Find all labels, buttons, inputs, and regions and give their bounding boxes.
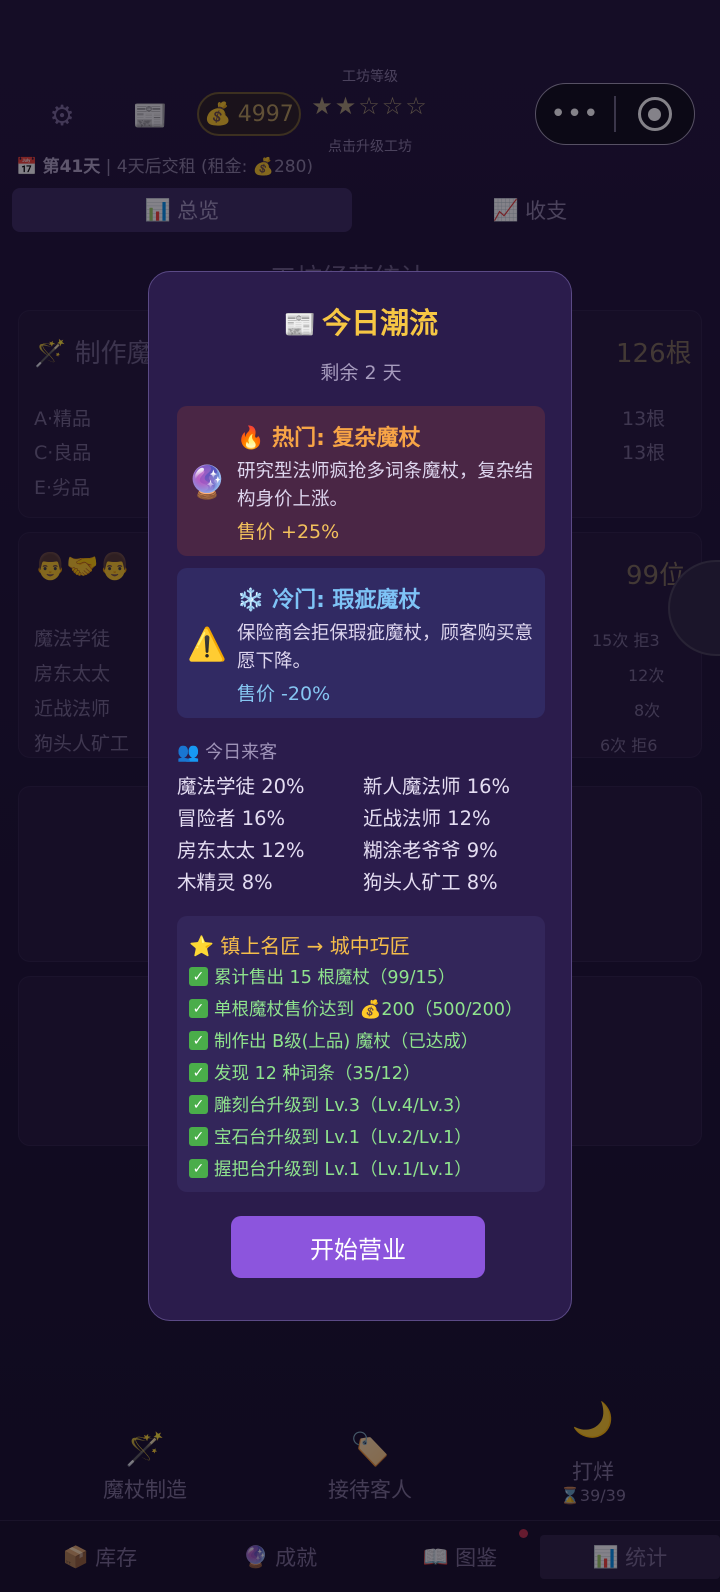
start-business-button[interactable]: 开始营业 [231,1216,485,1278]
goal-item: ✓ 单根魔杖售价达到 💰200（500/200） [189,996,522,1021]
cold-trend-price: 售价 -20% [237,683,331,705]
visitor-share: 冒险者 16% [177,807,286,830]
goal-item: ✓ 制作出 B级(上品) 魔杖（已达成） [189,1028,478,1053]
visitor-share: 房东太太 12% [177,839,305,862]
hot-trend-heading: 🔥 热门: 复杂魔杖 [237,420,421,452]
rank-upgrade-goals: ⭐ 镇上名匠 → 城中巧匠 ✓ 累计售出 15 根魔杖（99/15） ✓ 单根魔杖售… [177,916,545,1192]
snowflake-icon: ❄️ [237,588,265,613]
goal-item: ✓ 握把台升级到 Lv.1（Lv.1/Lv.1） [189,1156,472,1181]
dialog-title: 📰 今日潮流 [149,300,573,342]
visitor-share: 魔法学徒 20% [177,775,305,798]
cold-trend-card: ❄️ 冷门: 瑕疵魔杖 ⚠️ 保险商会拒保瑕疵魔杖，顾客购买意愿下降。 售价 -… [177,568,545,718]
crystal-ball-icon: 🔮 [187,463,227,501]
goal-text: 宝石台升级到 Lv.1（Lv.2/Lv.1） [214,1128,472,1148]
checkmark-icon: ✓ [189,1063,208,1082]
remaining-days: 剩余 2 天 [320,362,402,384]
hot-trend-label: 热门: 复杂魔杖 [272,426,421,451]
checkmark-icon: ✓ [189,967,208,986]
cold-trend-description: 保险商会拒保瑕疵魔杖，顾客购买意愿下降。 [237,623,534,672]
goal-text: 发现 12 种词条（35/12） [214,1064,421,1084]
checkmark-icon: ✓ [189,1127,208,1146]
hot-trend-price: 售价 +25% [237,521,340,543]
goal-item: ✓ 宝石台升级到 Lv.1（Lv.2/Lv.1） [189,1124,472,1149]
goal-text: 累计售出 15 根魔杖（99/15） [214,968,456,988]
goal-item: ✓ 发现 12 种词条（35/12） [189,1060,420,1085]
warning-icon: ⚠️ [187,625,227,663]
hot-trend-description: 研究型法师疯抢多词条魔杖，复杂结构身价上涨。 [237,461,534,510]
hot-trend-card: 🔥 热门: 复杂魔杖 🔮 研究型法师疯抢多词条魔杖，复杂结构身价上涨。 售价 +… [177,406,545,556]
newspaper-icon: 📰 [283,310,317,340]
rank-upgrade-heading: ⭐ 镇上名匠 → 城中巧匠 [189,934,410,958]
checkmark-icon: ✓ [189,1095,208,1114]
visitor-share: 木精灵 8% [177,871,273,894]
visitors-heading: 👥 今日来客 [177,742,278,763]
visitor-share: 新人魔法师 16% [363,775,511,798]
checkmark-icon: ✓ [189,1031,208,1050]
dialog-title-text: 今日潮流 [322,306,439,340]
goal-text: 雕刻台升级到 Lv.3（Lv.4/Lv.3） [214,1096,472,1116]
goal-text: 握把台升级到 Lv.1（Lv.1/Lv.1） [214,1160,472,1180]
visitor-share: 近战法师 12% [363,807,491,830]
goal-text: 制作出 B级(上品) 魔杖（已达成） [214,1032,479,1052]
visitor-share: 糊涂老爷爷 9% [363,839,498,862]
goal-text: 单根魔杖售价达到 💰200（500/200） [214,1000,523,1020]
goal-item: ✓ 累计售出 15 根魔杖（99/15） [189,964,455,989]
cold-trend-label: 冷门: 瑕疵魔杖 [272,588,421,613]
daily-trend-dialog: 📰 今日潮流 剩余 2 天 🔥 热门: 复杂魔杖 🔮 研究型法师疯抢多词条魔杖，复… [148,271,572,1321]
visitor-share: 狗头人矿工 8% [363,871,498,894]
checkmark-icon: ✓ [189,1159,208,1178]
fire-icon: 🔥 [237,426,265,451]
cold-trend-heading: ❄️ 冷门: 瑕疵魔杖 [237,582,421,614]
checkmark-icon: ✓ [189,999,208,1018]
goal-item: ✓ 雕刻台升级到 Lv.3（Lv.4/Lv.3） [189,1092,472,1117]
